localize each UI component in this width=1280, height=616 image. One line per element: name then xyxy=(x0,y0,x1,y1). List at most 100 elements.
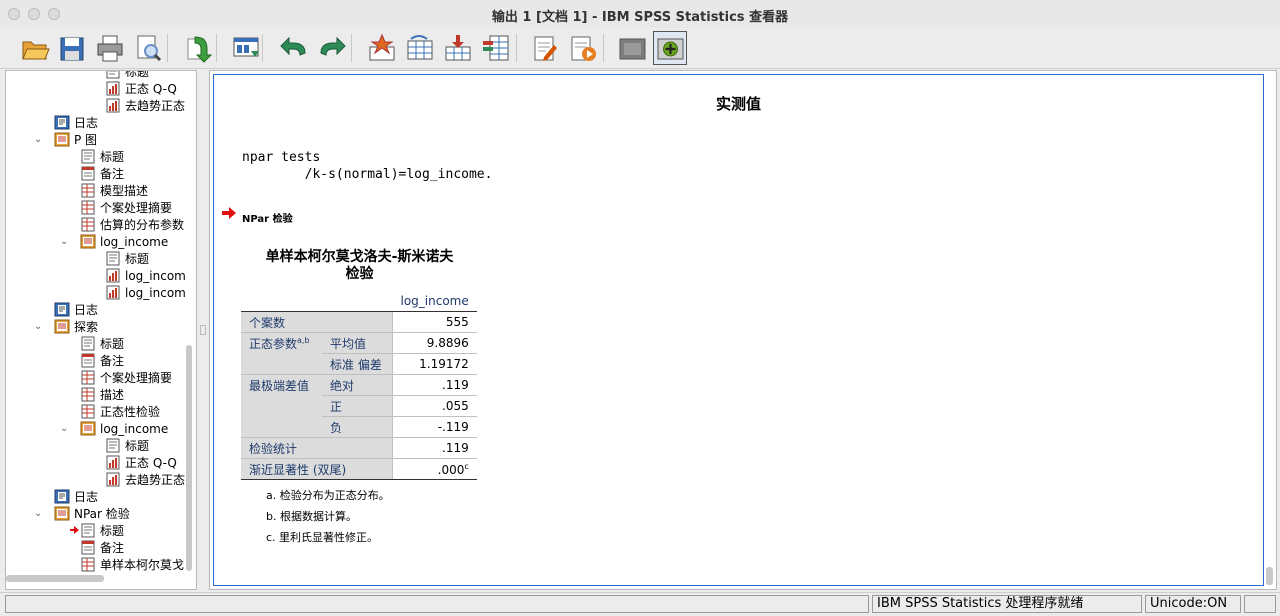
designate-window-button[interactable] xyxy=(615,31,649,65)
insert-cases-button[interactable] xyxy=(441,31,475,65)
undo-icon xyxy=(280,36,306,56)
outline-item[interactable]: 日志 xyxy=(54,114,98,131)
outline-item[interactable]: 模型描述 xyxy=(80,182,148,199)
variables-button[interactable] xyxy=(479,31,513,65)
outline-item[interactable]: 备注 xyxy=(80,165,124,182)
current-item-arrow-icon xyxy=(222,207,236,219)
print-icon xyxy=(97,35,123,62)
outline-item-label: 去趋势正态 xyxy=(125,473,186,487)
collapse-toggle-icon[interactable]: ⌄ xyxy=(34,508,44,519)
chart-icon xyxy=(106,455,120,470)
export-icon xyxy=(187,36,213,63)
save-icon xyxy=(60,37,84,61)
output-pane[interactable]: 实测值 npar tests /k-s(normal)=log_income. … xyxy=(209,70,1277,590)
outline-item[interactable]: 个案处理摘要 xyxy=(80,199,172,216)
outline-item[interactable]: 去趋势正态 xyxy=(105,97,185,114)
print-button[interactable] xyxy=(93,31,127,65)
edit-output-button[interactable] xyxy=(528,31,562,65)
current-item-arrow-icon xyxy=(70,526,79,534)
outline-item-label: 标题 xyxy=(100,524,125,538)
outline-item[interactable]: 个案处理摘要 xyxy=(80,369,172,386)
title-icon xyxy=(81,149,95,164)
table-icon xyxy=(81,217,95,232)
outline-item[interactable]: 正态性检验 xyxy=(80,403,160,420)
goto-data-icon xyxy=(369,33,395,61)
log-icon xyxy=(54,302,70,317)
collapse-toggle-icon[interactable]: ⌄ xyxy=(34,321,44,332)
redo-button[interactable] xyxy=(315,31,349,65)
outline-item-label: 标题 xyxy=(125,252,150,266)
outline-item[interactable]: ⌄ P 图 xyxy=(34,131,98,148)
outline-item[interactable]: 备注 xyxy=(80,539,124,556)
outline-item[interactable]: 描述 xyxy=(80,386,124,403)
outline-item-label: 正态 Q-Q xyxy=(125,456,177,470)
toolbar-separator xyxy=(516,34,517,62)
outline-item[interactable]: log_incom xyxy=(105,267,186,284)
outline-item[interactable]: 标题 xyxy=(70,522,125,539)
section-label[interactable]: NPar 检验 xyxy=(242,210,293,225)
outline-item-label: log_incom xyxy=(125,285,186,300)
designate-window-active-button[interactable] xyxy=(653,31,687,65)
outline-item[interactable]: 标题 xyxy=(105,250,149,267)
outline-item[interactable]: 单样本柯尔莫戈 xyxy=(80,556,184,573)
goto-case-button[interactable] xyxy=(403,31,437,65)
outline-item[interactable]: 标题 xyxy=(105,437,149,454)
procedure-icon xyxy=(54,319,70,334)
outline-item[interactable]: 标题 xyxy=(80,148,124,165)
outline-item[interactable]: 估算的分布参数 xyxy=(80,216,184,233)
outline-item[interactable]: ⌄ NPar 检验 xyxy=(34,505,130,522)
toolbar-separator xyxy=(603,34,604,62)
row-label: 最极端差值 xyxy=(241,374,322,396)
outline-item-label: 描述 xyxy=(100,388,125,402)
outline-item[interactable]: log_incom xyxy=(105,284,186,301)
output-vertical-scrollbar[interactable] xyxy=(1266,567,1273,585)
print-preview-button[interactable] xyxy=(131,31,165,65)
ks-test-table[interactable]: log_income 个案数 555 正态参数a,b 平均值 9.8896 标准… xyxy=(241,291,477,480)
outline-item[interactable]: 正态 Q-Q xyxy=(105,454,177,471)
title-icon xyxy=(81,336,95,351)
outline-item[interactable]: ⌄ log_income xyxy=(60,233,168,250)
table-icon xyxy=(81,404,95,419)
outline-item-label: P 图 xyxy=(74,133,98,147)
outline-item-label: log_income xyxy=(100,421,169,436)
outline-item[interactable]: ⌄ log_income xyxy=(60,420,169,437)
outline-item[interactable]: 标题 xyxy=(80,335,124,352)
syntax-log[interactable]: npar tests /k-s(normal)=log_income. xyxy=(242,149,492,183)
outline-vertical-scrollbar[interactable] xyxy=(186,345,192,571)
collapse-toggle-icon[interactable]: ⌄ xyxy=(60,423,70,434)
pane-splitter[interactable] xyxy=(198,70,208,590)
outline-item[interactable]: 备注 xyxy=(80,352,124,369)
outline-item-label: 备注 xyxy=(100,541,125,555)
table-title[interactable]: 单样本柯尔莫戈洛夫-斯米诺夫 检验 xyxy=(247,249,472,283)
table-icon xyxy=(81,183,95,198)
outline-horizontal-scrollbar[interactable] xyxy=(6,575,104,582)
collapse-toggle-icon[interactable]: ⌄ xyxy=(34,134,44,145)
outline-item[interactable]: ⌄ 探索 xyxy=(34,318,98,335)
status-right-cell xyxy=(1244,595,1276,613)
footnote: c. 里利氏显著性修正。 xyxy=(266,531,379,544)
toolbar-separator xyxy=(351,34,352,62)
title-icon xyxy=(106,438,120,453)
recall-dialog-button[interactable] xyxy=(229,31,263,65)
outline-pane[interactable]: 标题 正态 Q-Q 去趋势正态 日志 ⌄ P 图标题 备注 模型描述 个案处理摘要 估算的分布参数… xyxy=(5,70,197,590)
row-label: 检验统计 xyxy=(241,437,393,459)
notes-icon xyxy=(81,353,95,368)
outline-item-label: 正态 Q-Q xyxy=(125,82,177,96)
designate-window-active-icon xyxy=(657,38,684,60)
undo-button[interactable] xyxy=(277,31,311,65)
outline-item[interactable]: 标题 xyxy=(105,71,149,80)
goto-data-button[interactable] xyxy=(365,31,399,65)
row-label: 渐近显著性 (双尾) xyxy=(241,458,393,480)
outline-item[interactable]: 正态 Q-Q xyxy=(105,80,177,97)
open-button[interactable] xyxy=(18,31,52,65)
cell-value: -.119 xyxy=(391,416,477,438)
save-button[interactable] xyxy=(55,31,89,65)
outline-item[interactable]: 日志 xyxy=(54,488,98,505)
outline-item[interactable]: 去趋势正态 xyxy=(105,471,185,488)
run-script-button[interactable] xyxy=(566,31,600,65)
procedure-icon xyxy=(80,421,96,436)
table-icon xyxy=(81,370,95,385)
collapse-toggle-icon[interactable]: ⌄ xyxy=(60,236,70,247)
outline-item[interactable]: 日志 xyxy=(54,301,98,318)
export-button[interactable] xyxy=(181,31,215,65)
